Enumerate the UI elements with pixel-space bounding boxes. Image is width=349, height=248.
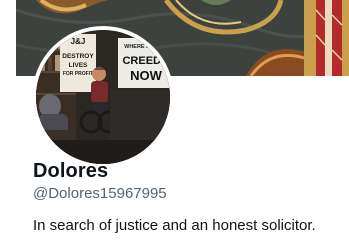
- sign-now-text: NOW: [130, 68, 163, 83]
- profile-display-name: Dolores: [33, 160, 109, 182]
- avatar-photo: J&J DESTROY LIVES FOR PROFIT WHERE IS TH…: [36, 30, 170, 164]
- profile-header: J&J DESTROY LIVES FOR PROFIT WHERE IS TH…: [0, 0, 349, 248]
- sign-jj-text: J&J: [71, 37, 86, 46]
- sign-destroy-text: DESTROY: [62, 53, 94, 60]
- left-margin: [0, 0, 16, 248]
- profile-bio: In search of justice and an honest solic…: [33, 217, 316, 234]
- sign-lives-text: LIVES: [69, 62, 88, 69]
- sign-profit-text: FOR PROFIT: [63, 71, 93, 77]
- avatar[interactable]: J&J DESTROY LIVES FOR PROFIT WHERE IS TH…: [36, 30, 170, 164]
- profile-handle: @Dolores15967995: [33, 185, 167, 202]
